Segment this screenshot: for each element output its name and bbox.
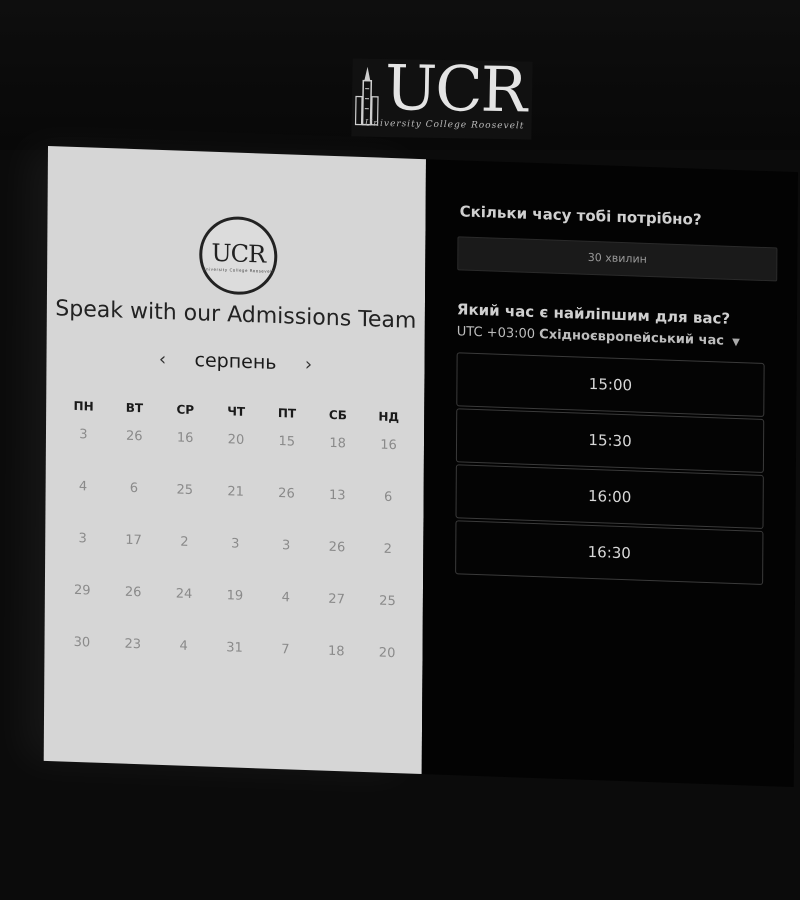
calendar-day[interactable]: 16	[159, 430, 210, 484]
calendar-day[interactable]: 29	[57, 582, 108, 636]
circle-logo-letters: UCR	[211, 238, 266, 269]
calendar-day[interactable]: 4	[57, 478, 108, 532]
weekday-fri: ПТ	[277, 406, 297, 421]
calendar-day[interactable]: 31	[209, 640, 260, 694]
calendar-day[interactable]: 6	[362, 489, 413, 543]
month-label: серпень	[194, 349, 277, 374]
ucr-logo: UCR University College Roosevelt	[351, 51, 533, 140]
time-slot-1500[interactable]: 15:00	[456, 352, 765, 418]
calendar-day[interactable]: 20	[361, 645, 412, 699]
calendar-day[interactable]: 26	[109, 428, 160, 482]
weekday-wed: СР	[176, 402, 195, 418]
chevron-left-icon[interactable]: ‹	[152, 349, 172, 371]
month-navigation: ‹ серпень ›	[46, 344, 424, 379]
calendar-day[interactable]: 7	[260, 641, 311, 695]
booking-panel: Скільки часу тобі потрібно? 30 хвилин Як…	[421, 159, 798, 788]
calendar-day[interactable]: 21	[210, 484, 261, 538]
weekday-tue: ВТ	[125, 400, 144, 416]
timezone-name: Східноєвропейський час	[539, 327, 725, 349]
calendar-day[interactable]: 15	[261, 433, 312, 487]
calendar-day[interactable]: 26	[107, 584, 158, 638]
calendar-day[interactable]: 3	[58, 426, 109, 480]
ucr-circle-logo: UCR University College Roosevelt	[199, 215, 278, 296]
calendar-day[interactable]: 2	[362, 541, 413, 595]
calendar-panel: UCR University College Roosevelt Speak w…	[43, 146, 426, 775]
page-title: Speak with our Admissions Team	[55, 296, 417, 334]
calendar-day[interactable]: 26	[261, 485, 312, 539]
calendar-grid: ПН ВТ СР ЧТ ПТ СБ НД 3 26 16 20 15 18 16 4 6 25 21…	[56, 398, 414, 698]
timezone-offset: UTC +03:00	[456, 324, 536, 343]
calendar-day[interactable]: 25	[362, 593, 413, 647]
calendar-day[interactable]: 25	[159, 482, 210, 536]
scheduler-widget: UCR University College Roosevelt Speak w…	[43, 146, 798, 788]
duration-select[interactable]: 30 хвилин	[457, 236, 778, 282]
calendar-day[interactable]: 18	[312, 435, 363, 489]
weekday-mon: ПН	[73, 398, 94, 414]
time-slot-1530[interactable]: 15:30	[455, 408, 765, 474]
weekday-sat: СБ	[328, 407, 347, 423]
calendar-day[interactable]: 2	[159, 534, 210, 588]
calendar-day[interactable]: 24	[158, 586, 209, 640]
calendar-day[interactable]: 18	[311, 643, 362, 697]
calendar-day[interactable]: 4	[158, 638, 209, 692]
time-slot-1630[interactable]: 16:30	[455, 520, 764, 585]
calendar-day[interactable]: 3	[260, 537, 311, 591]
calendar-day[interactable]: 3	[210, 536, 261, 590]
calendar-day[interactable]: 20	[210, 432, 261, 486]
calendar-day[interactable]: 30	[56, 634, 107, 688]
calendar-day[interactable]: 17	[108, 532, 159, 586]
calendar-day[interactable]: 13	[312, 487, 363, 541]
chevron-right-icon[interactable]: ›	[298, 354, 318, 376]
calendar-day[interactable]: 19	[209, 588, 260, 642]
weekday-sun: НД	[378, 409, 400, 425]
logo-subtitle: University College Roosevelt	[364, 118, 525, 132]
logo-letters: UCR	[384, 51, 526, 127]
calendar-day[interactable]: 4	[260, 589, 311, 643]
calendar-day[interactable]: 27	[311, 591, 362, 645]
timezone-selector[interactable]: UTC +03:00 Східноєвропейський час ▼	[457, 324, 777, 350]
calendar-day[interactable]: 23	[107, 636, 158, 690]
calendar-day[interactable]: 26	[311, 539, 362, 593]
weekday-thu: ЧТ	[227, 404, 246, 419]
duration-question: Скільки часу тобі потрібно?	[459, 202, 702, 229]
calendar-day[interactable]: 16	[363, 437, 414, 491]
time-slot-1600[interactable]: 16:00	[455, 464, 764, 529]
calendar-day[interactable]: 6	[108, 480, 159, 534]
caret-down-icon: ▼	[732, 336, 740, 349]
calendar-day[interactable]: 3	[57, 530, 108, 584]
